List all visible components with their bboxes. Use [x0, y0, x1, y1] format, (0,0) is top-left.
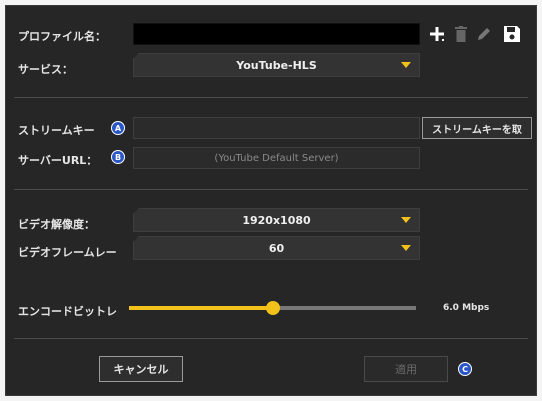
bitrate-value: 6.0 Mbps	[443, 303, 490, 313]
bitrate-slider-fill	[129, 306, 273, 310]
server-url-label: サーバーURL：	[18, 154, 98, 167]
chevron-down-icon	[401, 217, 411, 223]
video-resolution-selected-value: 1920x1080	[242, 213, 311, 227]
badge-c: C	[458, 362, 472, 376]
get-stream-key-button[interactable]: ストリームキーを取	[422, 117, 532, 139]
trash-icon[interactable]	[455, 26, 467, 42]
divider	[14, 97, 528, 98]
divider	[14, 338, 528, 339]
profile-name-input[interactable]	[133, 23, 420, 45]
service-selected-value: YouTube-HLS	[236, 58, 317, 72]
cancel-button[interactable]: キャンセル	[99, 356, 183, 382]
chevron-down-icon	[401, 245, 411, 251]
profile-name-label: プロファイル名：	[18, 30, 106, 43]
video-resolution-label: ビデオ解像度：	[18, 218, 95, 231]
video-framerate-selected-value: 60	[268, 241, 285, 255]
pencil-icon[interactable]	[476, 26, 492, 42]
video-framerate-label: ビデオフレームレー	[18, 246, 117, 259]
encode-bitrate-label: エンコードビットレ	[18, 305, 117, 318]
apply-button[interactable]: 適用	[364, 356, 448, 382]
bitrate-slider-handle[interactable]	[265, 301, 280, 315]
stream-key-label: ストリームキー	[18, 124, 95, 137]
bitrate-slider[interactable]	[129, 301, 416, 315]
stream-key-input[interactable]	[133, 117, 420, 139]
service-label: サービス：	[18, 63, 73, 76]
chevron-down-icon	[401, 62, 411, 68]
divider	[14, 189, 528, 190]
video-framerate-select[interactable]: 60	[133, 236, 420, 260]
server-url-input[interactable]: (YouTube Default Server)	[133, 147, 420, 169]
badge-a: A	[111, 121, 125, 135]
video-resolution-select[interactable]: 1920x1080	[133, 208, 420, 232]
stream-settings-panel: プロファイル名： サービス： YouTube-HLS ストリームキー A ストリ…	[5, 5, 537, 396]
save-icon[interactable]	[503, 25, 521, 43]
service-select[interactable]: YouTube-HLS	[133, 53, 420, 77]
add-icon[interactable]	[429, 26, 445, 42]
badge-b: B	[111, 150, 125, 164]
